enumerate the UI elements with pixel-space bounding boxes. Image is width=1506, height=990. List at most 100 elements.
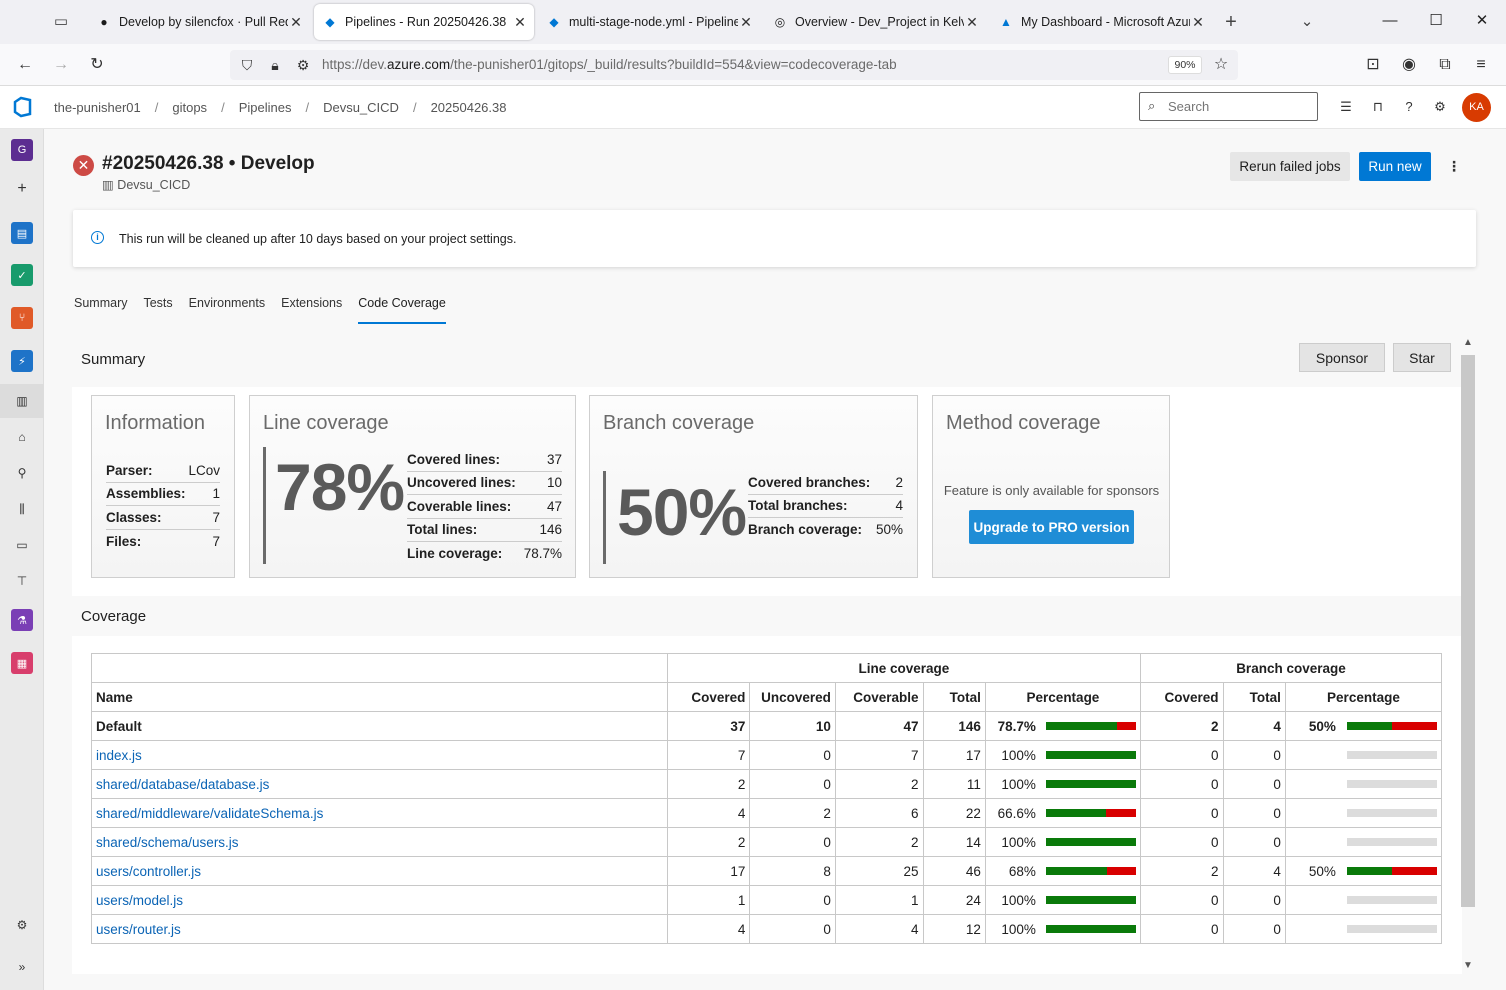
deployment-groups-icon[interactable]: ⊤ xyxy=(14,573,30,589)
column-header-branch-percentage[interactable]: Percentage xyxy=(1284,682,1443,712)
extensions-icon[interactable]: ⧉ xyxy=(1434,54,1456,76)
add-icon[interactable]: + xyxy=(14,181,30,197)
star-button[interactable]: Star xyxy=(1393,343,1451,372)
permissions-icon[interactable]: ⚙ xyxy=(292,54,314,76)
column-header-name[interactable]: Name xyxy=(91,682,668,712)
tab-code-coverage[interactable]: Code Coverage xyxy=(358,296,446,324)
breadcrumb-run[interactable]: 20250426.38 xyxy=(431,100,507,115)
line-percentage-value: 78.7% xyxy=(997,718,1036,734)
task-groups-icon[interactable]: ▭ xyxy=(14,537,30,553)
avatar[interactable]: KA xyxy=(1462,93,1491,122)
breadcrumb-pipelines[interactable]: Pipelines xyxy=(239,100,292,115)
coverable-lines-cell: 6 xyxy=(834,798,924,828)
close-tab-icon[interactable]: ✕ xyxy=(512,14,528,31)
upgrade-pro-button[interactable]: Upgrade to PRO version xyxy=(969,510,1134,544)
info-key: Classes: xyxy=(106,509,162,525)
url-text[interactable]: https://dev.azure.com/the-punisher01/git… xyxy=(322,57,897,72)
close-tab-icon[interactable]: ✕ xyxy=(1190,14,1206,31)
file-link[interactable]: shared/database/database.js xyxy=(96,777,269,792)
releases-icon[interactable]: ⚲ xyxy=(14,465,30,481)
forward-icon[interactable]: → xyxy=(50,54,72,76)
browser-tab-3[interactable]: ◆ multi-stage-node.yml - Pipeline ✕ xyxy=(538,4,760,40)
url-bar[interactable]: ⛉ 🔒︎ ⚙ https://dev.azure.com/the-punishe… xyxy=(230,50,1238,80)
line-coverage-bar xyxy=(1045,838,1136,846)
new-tab-icon[interactable]: + xyxy=(1221,12,1241,32)
column-header-branch-total[interactable]: Total xyxy=(1222,682,1286,712)
runs-icon[interactable]: ▥ xyxy=(14,393,30,409)
browser-tab-4[interactable]: ◎ Overview - Dev_Project in Kelvir ✕ xyxy=(764,4,986,40)
help-icon[interactable]: ? xyxy=(1400,98,1418,116)
rerun-failed-jobs-button[interactable]: Rerun failed jobs xyxy=(1230,152,1350,181)
file-link[interactable]: users/controller.js xyxy=(96,864,201,879)
repos-icon[interactable]: ⑂ xyxy=(11,307,33,329)
user-settings-icon[interactable]: ⚙ xyxy=(1431,98,1449,116)
back-icon[interactable]: ← xyxy=(14,54,36,76)
tab-overview-icon[interactable]: ▭ xyxy=(51,12,71,32)
minimize-icon[interactable]: — xyxy=(1380,11,1400,31)
pipelines-icon[interactable]: ⚡ xyxy=(11,350,33,372)
search-box[interactable]: ⌕ xyxy=(1139,92,1318,121)
azure-devops-logo-icon[interactable] xyxy=(12,96,34,118)
file-link[interactable]: index.js xyxy=(96,748,142,763)
file-link[interactable]: shared/middleware/validateSchema.js xyxy=(96,806,323,821)
reload-icon[interactable]: ↻ xyxy=(86,54,108,76)
column-header-line-percentage[interactable]: Percentage xyxy=(984,682,1141,712)
menu-icon[interactable]: ≡ xyxy=(1470,54,1492,76)
sponsor-button[interactable]: Sponsor xyxy=(1299,343,1385,372)
maximize-icon[interactable]: ☐ xyxy=(1426,11,1446,31)
overview-icon[interactable]: ▤ xyxy=(11,222,33,244)
breadcrumb-project[interactable]: gitops xyxy=(172,100,207,115)
tab-tests[interactable]: Tests xyxy=(143,296,172,324)
pipeline-link[interactable]: ▥ Devsu_CICD xyxy=(102,177,190,192)
scrollbar-thumb[interactable] xyxy=(1461,355,1475,907)
marketplace-icon[interactable]: ⊓ xyxy=(1369,98,1387,116)
breadcrumb-pipeline[interactable]: Devsu_CICD xyxy=(323,100,399,115)
report-scrollbar[interactable]: ▲ ▼ xyxy=(1460,337,1476,974)
close-tab-icon[interactable]: ✕ xyxy=(964,14,980,31)
lock-icon[interactable]: 🔒︎ xyxy=(264,54,286,76)
task-list-icon[interactable]: ☰ xyxy=(1337,98,1355,116)
expand-rail-icon[interactable]: » xyxy=(14,959,30,975)
tab-extensions[interactable]: Extensions xyxy=(281,296,342,324)
close-tab-icon[interactable]: ✕ xyxy=(738,14,754,31)
pocket-icon[interactable]: ⊡ xyxy=(1362,54,1384,76)
file-link[interactable]: users/model.js xyxy=(96,893,183,908)
card-title: Line coverage xyxy=(263,412,389,434)
tab-environments[interactable]: Environments xyxy=(189,296,265,324)
browser-tab-2-active[interactable]: ◆ Pipelines - Run 20250426.38 ✕ xyxy=(314,4,534,40)
close-window-icon[interactable]: ✕ xyxy=(1472,11,1492,31)
line-coverage-bar xyxy=(1045,722,1136,730)
boards-icon[interactable]: ✓ xyxy=(11,264,33,286)
card-accent-bar xyxy=(603,471,606,564)
breadcrumb-separator: / xyxy=(305,100,310,115)
org-icon[interactable]: G xyxy=(11,139,33,161)
more-options-icon[interactable]: ⋮ xyxy=(1444,156,1464,176)
file-link[interactable]: shared/schema/users.js xyxy=(96,835,239,850)
total-lines-cell: 146 xyxy=(922,711,986,741)
breadcrumb-org[interactable]: the-punisher01 xyxy=(54,100,141,115)
artifacts-icon[interactable]: ▦ xyxy=(11,652,33,674)
browser-tab-5[interactable]: ▲ My Dashboard - Microsoft Azur ✕ xyxy=(990,4,1212,40)
project-settings-icon[interactable]: ⚙ xyxy=(14,917,30,933)
account-icon[interactable]: ◉ xyxy=(1398,54,1420,76)
environments-icon[interactable]: ⌂ xyxy=(14,429,30,445)
bookmark-star-icon[interactable]: ☆ xyxy=(1210,54,1232,76)
chevron-down-icon[interactable]: ⌄ xyxy=(1297,12,1317,32)
column-header-uncovered[interactable]: Uncovered xyxy=(749,682,836,712)
run-new-button[interactable]: Run new xyxy=(1359,152,1431,181)
zoom-level[interactable]: 90% xyxy=(1168,56,1202,74)
file-link[interactable]: users/router.js xyxy=(96,922,181,937)
tab-summary[interactable]: Summary xyxy=(74,296,127,324)
scroll-up-icon[interactable]: ▲ xyxy=(1460,337,1476,351)
browser-tab-1[interactable]: ● Develop by silencfox · Pull Requ ✕ xyxy=(88,4,310,40)
test-plans-icon[interactable]: ⚗ xyxy=(11,609,33,631)
close-tab-icon[interactable]: ✕ xyxy=(288,14,304,31)
column-header-covered[interactable]: Covered xyxy=(666,682,751,712)
scroll-down-icon[interactable]: ▼ xyxy=(1460,960,1476,974)
column-header-total[interactable]: Total xyxy=(922,682,986,712)
search-input[interactable] xyxy=(1168,99,1308,114)
column-header-coverable[interactable]: Coverable xyxy=(834,682,924,712)
column-header-branch-covered[interactable]: Covered xyxy=(1139,682,1224,712)
library-icon[interactable]: ⫼ xyxy=(14,501,30,517)
shield-icon[interactable]: ⛉ xyxy=(236,54,258,76)
